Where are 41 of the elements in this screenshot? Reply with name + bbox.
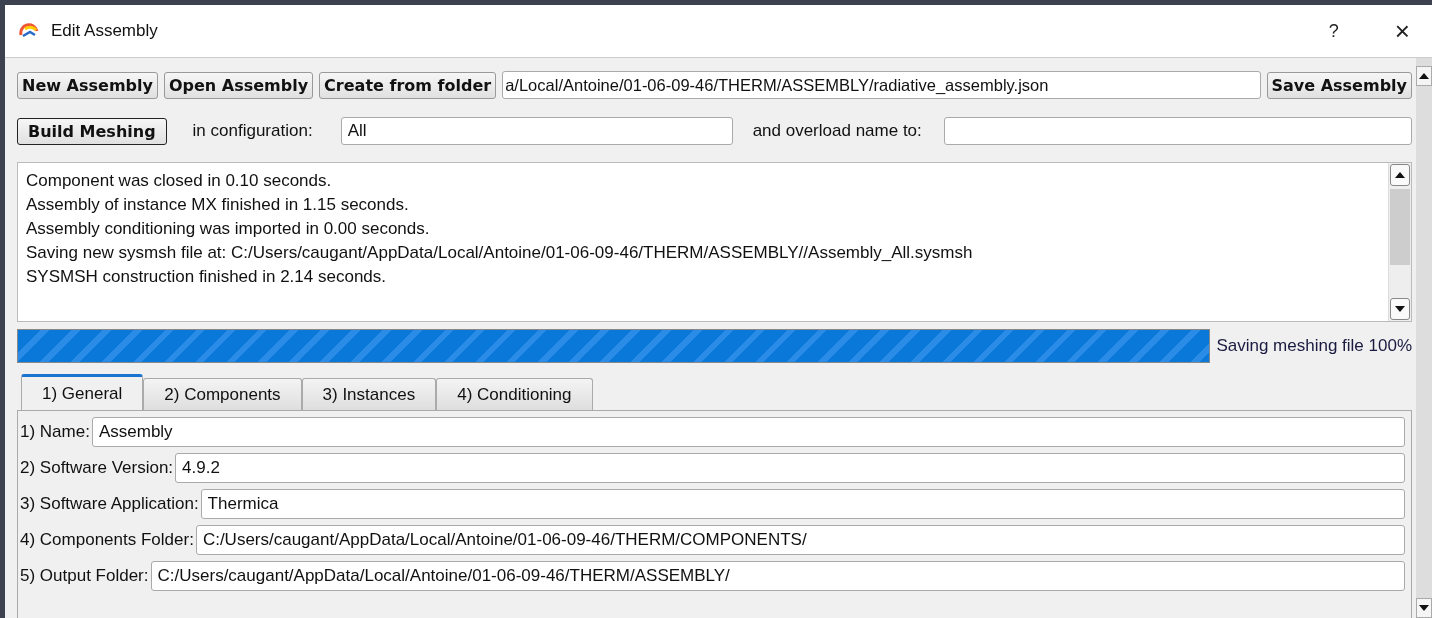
close-button[interactable]: ×	[1386, 18, 1418, 44]
scroll-down-icon[interactable]	[1416, 598, 1432, 618]
scroll-up-icon[interactable]	[1390, 164, 1410, 186]
toolbar-button[interactable]: Create from folder	[319, 71, 497, 99]
log-scrollbar[interactable]	[1388, 163, 1411, 321]
log-line: Component was closed in 0.10 seconds.	[26, 170, 333, 192]
window-scrollbar[interactable]	[1416, 58, 1432, 618]
log-line: SYSMSH construction finished in 2.14 seconds.	[26, 266, 388, 288]
field-label: 4) Components Folder:	[20, 530, 194, 550]
field-label: 2) Software Version:	[20, 458, 174, 478]
tab[interactable]: 1) General	[21, 374, 144, 410]
scroll-up-icon[interactable]	[1416, 66, 1432, 86]
text-field[interactable]: Thermica	[200, 489, 1405, 519]
path-field[interactable]: a/Local/Antoine/01-06-09-46/THERM/ASSEMBLY/radiative_assembly.json	[502, 71, 1261, 99]
text-field[interactable]: C:/Users/caugant/AppData/Local/Antoine/01-06-09-46/THERM/ASSEMBLY/	[150, 561, 1405, 591]
tab[interactable]: 2) Components	[143, 378, 302, 410]
toolbar-button[interactable]: New Assembly	[17, 71, 158, 99]
app-logo-icon	[19, 23, 39, 39]
toolbar-button[interactable]: Open Assembly	[163, 71, 314, 99]
configuration-label: in configuration:	[192, 121, 313, 141]
window-title: Edit Assembly	[51, 21, 158, 41]
save-assembly-button[interactable]: Save Assembly	[1266, 71, 1412, 99]
log-line: Saving new sysmsh file at: C:/Users/caugant/AppData/Local/Antoine/01-06-09-46/THERM/ASSEMBLY//Assembly_All.sysmsh	[26, 242, 974, 264]
tab[interactable]: 3) Instances	[301, 378, 437, 410]
field-label: 1) Name:	[20, 422, 90, 442]
scroll-down-icon[interactable]	[1390, 298, 1410, 320]
log-line: Assembly conditioning was imported in 0.00 seconds.	[26, 218, 431, 240]
field-label: 5) Output Folder:	[20, 566, 149, 586]
overload-label: and overload name to:	[752, 121, 922, 141]
log-line: Assembly of instance MX finished in 1.15 seconds.	[26, 194, 410, 216]
text-field[interactable]: 4.9.2	[175, 453, 1405, 483]
text-field[interactable]: Assembly	[91, 417, 1405, 447]
tab[interactable]: 4) Conditioning	[436, 378, 593, 410]
text-field[interactable]: C:/Users/caugant/AppData/Local/Antoine/01-06-09-46/THERM/COMPONENTS/	[195, 525, 1405, 555]
progress-label: Saving meshing file 100%	[1216, 336, 1412, 356]
scrollbar-thumb[interactable]	[1390, 189, 1410, 265]
field-label: 3) Software Application:	[20, 494, 199, 514]
overload-name-field[interactable]	[943, 117, 1412, 145]
build-meshing-button[interactable]: Build Meshing	[17, 117, 167, 145]
configuration-field[interactable]: All	[340, 117, 733, 145]
help-button[interactable]: ?	[1320, 20, 1347, 42]
